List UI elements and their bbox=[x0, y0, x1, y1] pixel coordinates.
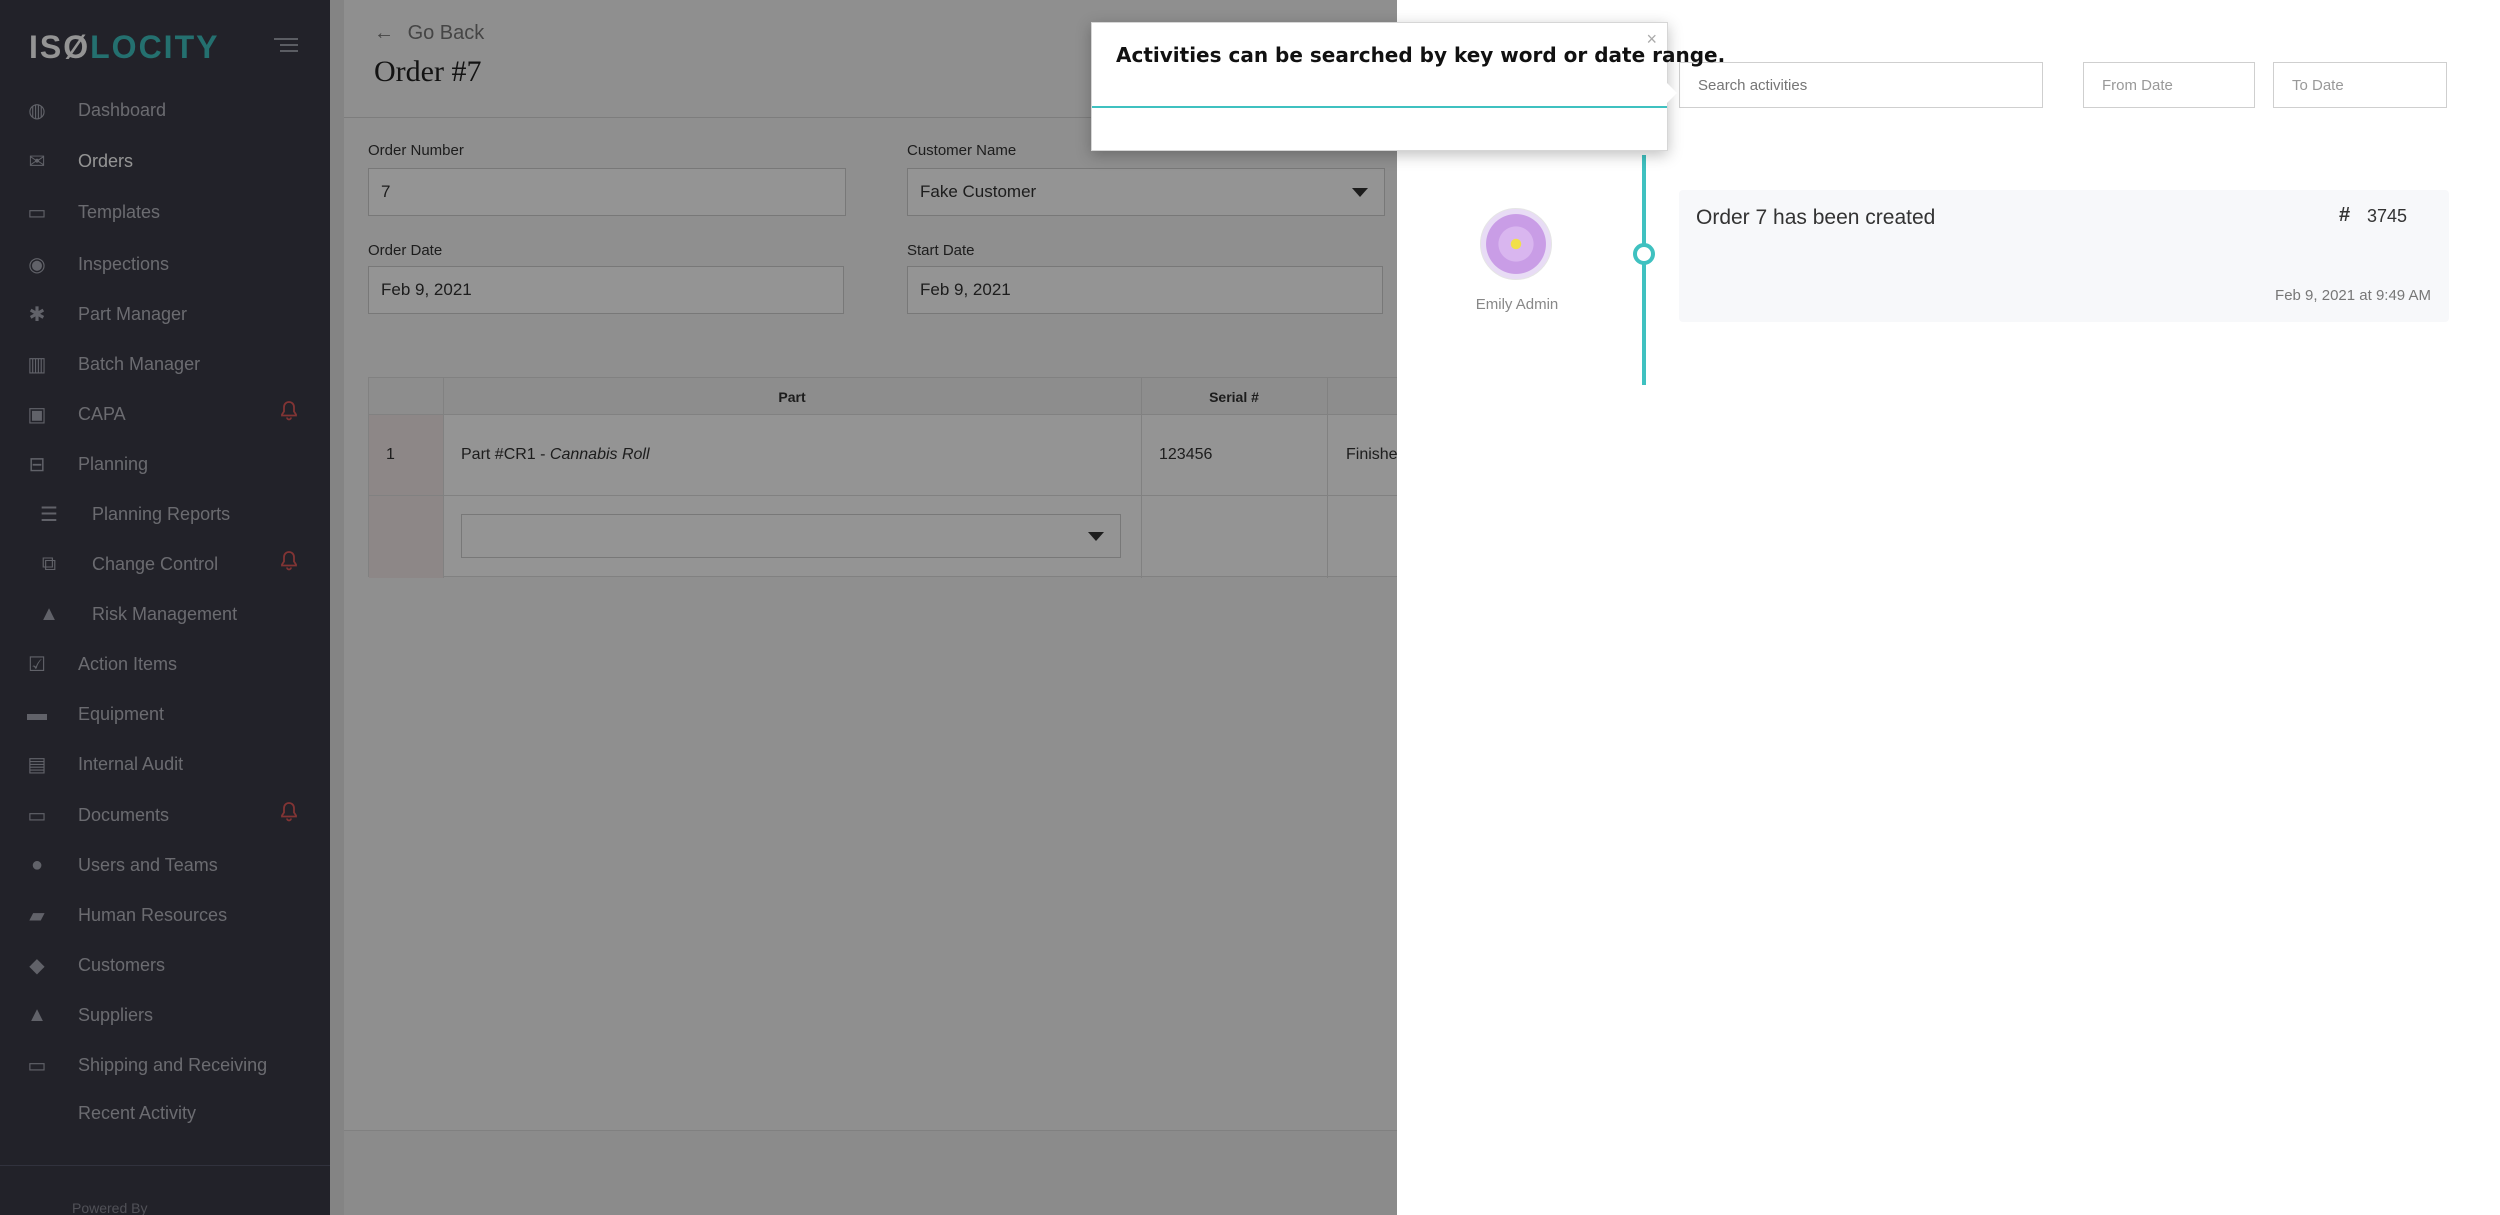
modal-backdrop[interactable] bbox=[0, 0, 1397, 1215]
activity-panel: From Date To Date Emily Admin Order 7 ha… bbox=[1397, 0, 2500, 1215]
activity-card[interactable]: Order 7 has been created # 3745 Feb 9, 2… bbox=[1679, 190, 2449, 322]
to-date-placeholder: To Date bbox=[2292, 76, 2344, 94]
close-icon[interactable]: × bbox=[1646, 29, 1657, 50]
hash-icon: # bbox=[2339, 204, 2351, 226]
tooltip-arrow bbox=[1667, 83, 1677, 103]
from-date-input[interactable]: From Date bbox=[2083, 62, 2255, 108]
activity-title: Order 7 has been created bbox=[1696, 206, 1936, 229]
to-date-input[interactable]: To Date bbox=[2273, 62, 2447, 108]
search-activities-input[interactable] bbox=[1679, 62, 2043, 108]
search-help-tooltip: Activities can be searched by key word o… bbox=[1091, 22, 1725, 151]
activity-user-name: Emily Admin bbox=[1475, 296, 1559, 313]
activity-id: 3745 bbox=[2367, 206, 2408, 226]
activity-timestamp: Feb 9, 2021 at 9:49 AM bbox=[2275, 287, 2431, 304]
timeline-dot bbox=[1633, 243, 1655, 265]
avatar bbox=[1480, 208, 1552, 280]
tooltip-divider bbox=[1092, 106, 1667, 108]
timeline-line bbox=[1642, 155, 1646, 385]
tooltip-text: Activities can be searched by key word o… bbox=[1116, 43, 1726, 67]
from-date-placeholder: From Date bbox=[2102, 76, 2173, 94]
